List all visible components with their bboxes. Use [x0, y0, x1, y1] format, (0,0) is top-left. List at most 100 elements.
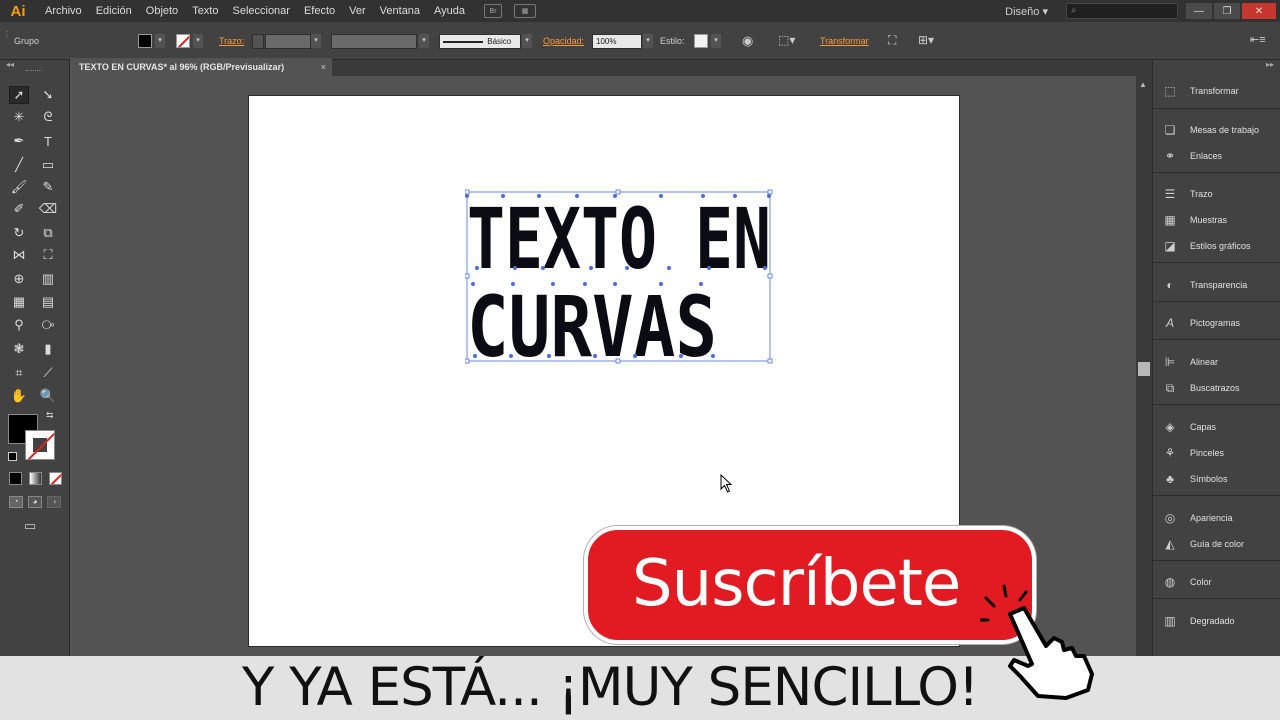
screen-mode-icon[interactable]: ▭	[24, 518, 36, 534]
handle-middle-right[interactable]	[767, 273, 773, 279]
arrange-icon[interactable]: ⊞▾	[918, 33, 934, 47]
draw-behind-icon[interactable]: ◕	[28, 496, 42, 508]
panel-transform[interactable]: ⬚ Transformar	[1161, 81, 1279, 101]
column-graph-tool-icon[interactable]: ▮	[38, 340, 58, 358]
panel-brushes[interactable]: ⚘ Pinceles	[1161, 443, 1279, 463]
menu-ayuda[interactable]: Ayuda	[427, 5, 472, 17]
artboard-tool-icon[interactable]: ⌗	[9, 364, 29, 382]
default-colors-icon[interactable]	[8, 452, 17, 461]
shape-builder-tool-icon[interactable]: ⊕	[9, 270, 29, 288]
handle-bottom-right[interactable]	[767, 358, 773, 364]
close-window-icon[interactable]: ✕	[1242, 3, 1276, 19]
handle-bottom-left[interactable]	[465, 358, 470, 364]
outlined-text-group[interactable]: TEXTO EN CURVAS	[465, 188, 775, 366]
zoom-tool-icon[interactable]: 🔍	[38, 387, 58, 405]
scale-tool-icon[interactable]: ⧉	[38, 224, 58, 242]
perspective-grid-tool-icon[interactable]: ▥	[38, 270, 58, 288]
brush-definition[interactable]: Básico	[439, 34, 521, 49]
document-tab[interactable]: TEXTO EN CURVAS* al 96% (RGB/Previsualiz…	[70, 58, 332, 76]
stroke-label[interactable]: Trazo:	[219, 36, 244, 46]
scroll-thumb[interactable]	[1138, 362, 1150, 376]
lasso-tool-icon[interactable]: ᘓ	[38, 108, 58, 126]
align-to-icon[interactable]: ⬚▾	[778, 33, 795, 47]
pen-tool-icon[interactable]: ✒	[9, 132, 29, 150]
panel-artboards[interactable]: ❏ Mesas de trabajo	[1161, 120, 1279, 140]
panel-align[interactable]: ⊫ Alinear	[1161, 352, 1279, 372]
symbol-sprayer-tool-icon[interactable]: ❃	[9, 340, 29, 358]
recolor-artwork-icon[interactable]: ◉	[742, 33, 753, 49]
panel-gradient[interactable]: ▥ Degradado	[1161, 611, 1279, 631]
panel-color[interactable]: ◍ Color	[1161, 572, 1279, 592]
stroke-color-box[interactable]	[25, 430, 55, 460]
panel-transparency[interactable]: ◐ Transparencia	[1161, 275, 1279, 295]
stroke-weight-input[interactable]	[265, 34, 311, 49]
profile-dropdown[interactable]: ▾	[419, 34, 429, 48]
stroke-dropdown[interactable]: ▾	[193, 34, 203, 48]
stroke-weight-dropdown[interactable]: ▾	[311, 34, 321, 48]
panel-links[interactable]: ⚭ Enlaces	[1161, 146, 1279, 166]
isolate-group-icon[interactable]: ⛶	[888, 33, 896, 48]
restore-icon[interactable]: ❐	[1214, 3, 1240, 19]
fill-dropdown[interactable]: ▾	[155, 34, 165, 48]
eyedropper-tool-icon[interactable]: ⚲	[9, 316, 29, 334]
handle-top-left[interactable]	[465, 189, 470, 195]
handle-middle-left[interactable]	[465, 273, 470, 279]
control-menu-icon[interactable]: ⇤≡	[1250, 33, 1266, 46]
rectangle-tool-icon[interactable]: ▭	[38, 156, 58, 174]
free-transform-tool-icon[interactable]: ⛶	[38, 246, 58, 264]
minimize-icon[interactable]: —	[1186, 3, 1212, 19]
panel-swatches[interactable]: ▦ Muestras	[1161, 210, 1279, 230]
brush-dropdown[interactable]: ▾	[522, 34, 532, 48]
panel-symbols[interactable]: ♣ Símbolos	[1161, 469, 1279, 489]
workspace-switcher[interactable]: Diseño ▾	[1005, 5, 1048, 18]
draw-normal-icon[interactable]: ◔	[9, 496, 23, 508]
rotate-tool-icon[interactable]: ↻	[9, 224, 29, 242]
blob-brush-tool-icon[interactable]: ✐	[9, 200, 29, 218]
menu-texto[interactable]: Texto	[185, 5, 225, 17]
selection-tool-icon[interactable]: ➚	[9, 86, 29, 104]
panel-appearance[interactable]: ◎ Apariencia	[1161, 508, 1279, 528]
menu-ver[interactable]: Ver	[342, 5, 373, 17]
panel-layers[interactable]: ◈ Capas	[1161, 417, 1279, 437]
paintbrush-tool-icon[interactable]: 🖌	[9, 178, 29, 196]
search-input[interactable]: ⌕	[1066, 3, 1178, 19]
mesh-tool-icon[interactable]: ▦	[9, 293, 29, 311]
menu-efecto[interactable]: Efecto	[297, 5, 342, 17]
stroke-stepper[interactable]	[252, 34, 264, 49]
direct-selection-tool-icon[interactable]: ➘	[38, 86, 58, 104]
panel-pathfinder[interactable]: ⧉ Buscatrazos	[1161, 378, 1279, 398]
style-dropdown[interactable]: ▾	[711, 34, 721, 48]
color-mode-icon[interactable]	[9, 472, 22, 485]
menu-ventana[interactable]: Ventana	[373, 5, 427, 17]
variable-width-profile[interactable]	[331, 34, 417, 49]
close-tab-icon[interactable]: ×	[321, 58, 326, 76]
expand-panels-icon[interactable]: ▸▸	[1266, 60, 1274, 69]
fill-swatch[interactable]	[138, 34, 152, 48]
menu-objeto[interactable]: Objeto	[139, 5, 185, 17]
gradient-tool-icon[interactable]: ▤	[38, 293, 58, 311]
handle-top-middle[interactable]	[615, 189, 621, 195]
magic-wand-tool-icon[interactable]: ✳	[9, 108, 29, 126]
vertical-scrollbar[interactable]: ▲	[1136, 76, 1152, 656]
opacity-label[interactable]: Opacidad:	[543, 36, 584, 46]
hand-tool-icon[interactable]: ✋	[9, 387, 29, 405]
arrange-documents-icon[interactable]: ▦	[514, 4, 537, 18]
handle-bottom-middle[interactable]	[615, 358, 621, 364]
graphic-style-swatch[interactable]	[694, 34, 708, 48]
scroll-up-icon[interactable]: ▲	[1139, 80, 1147, 89]
gradient-mode-icon[interactable]	[29, 472, 42, 485]
stroke-swatch[interactable]	[176, 34, 190, 48]
transform-link[interactable]: Transformar	[820, 36, 869, 46]
slice-tool-icon[interactable]: ⟋	[38, 364, 58, 382]
width-tool-icon[interactable]: ⋈	[9, 246, 29, 264]
menu-archivo[interactable]: Archivo	[38, 5, 89, 17]
type-tool-icon[interactable]: T	[38, 132, 58, 150]
menu-seleccionar[interactable]: Seleccionar	[225, 5, 296, 17]
handle-top-right[interactable]	[767, 189, 773, 195]
panel-graphic-styles[interactable]: ◪ Estilos gráficos	[1161, 236, 1279, 256]
blend-tool-icon[interactable]: ⧂	[38, 316, 58, 334]
swap-fill-stroke-icon[interactable]: ⇆	[46, 410, 54, 421]
pencil-tool-icon[interactable]: ✎	[38, 178, 58, 196]
eraser-tool-icon[interactable]: ⌫	[38, 200, 58, 218]
menu-edicion[interactable]: Edición	[89, 5, 139, 17]
